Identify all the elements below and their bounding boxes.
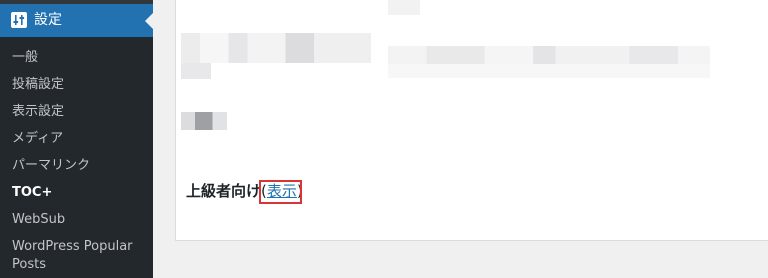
submenu-permalinks[interactable]: パーマリンク: [12, 157, 90, 175]
sidebar-item-label: 設定: [34, 12, 62, 28]
blurred-text-left-1: [181, 33, 371, 63]
blurred-label-small: [181, 112, 227, 130]
blurred-text-right-1: [388, 46, 710, 64]
blurred-text-left-2: [181, 63, 211, 79]
advanced-label: 上級者向け: [186, 182, 262, 200]
submenu-toc-plus[interactable]: TOC+: [12, 184, 52, 202]
submenu-wordpress-popular-posts[interactable]: WordPress Popular: [12, 238, 133, 256]
highlight-box: [259, 180, 302, 204]
submenu-writing[interactable]: 投稿設定: [12, 76, 64, 94]
settings-content-panel: [175, 0, 768, 241]
sidebar-item-settings[interactable]: 設定: [0, 4, 153, 37]
blurred-text-top: [388, 0, 420, 15]
submenu-wordpress-popular-posts-line2[interactable]: Posts: [12, 256, 46, 274]
submenu-general[interactable]: 一般: [12, 49, 38, 67]
admin-sidebar: 設定 一般 投稿設定 表示設定 メディア パーマリンク TOC+ WebSub …: [0, 0, 153, 278]
submenu-websub[interactable]: WebSub: [12, 211, 65, 229]
settings-sliders-icon: [11, 12, 27, 28]
blurred-text-right-2: [388, 64, 710, 78]
active-menu-arrow: [145, 13, 153, 29]
submenu-media[interactable]: メディア: [12, 130, 63, 148]
submenu-reading[interactable]: 表示設定: [12, 103, 64, 121]
